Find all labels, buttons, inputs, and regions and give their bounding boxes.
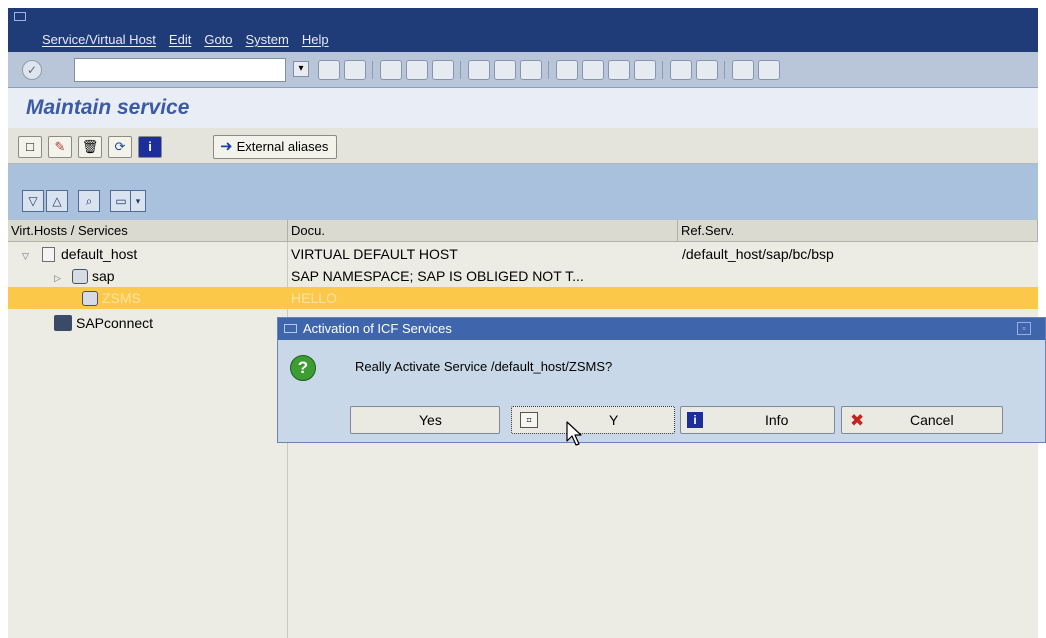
menu-edit[interactable]: Edit [169,32,191,47]
info-label: Info [765,412,789,428]
info-icon: i [687,412,703,428]
question-icon: ? [290,355,316,381]
dialog-title-bar[interactable]: Activation of ICF Services [278,318,1045,340]
cancel-icon[interactable] [432,60,454,80]
toolbar-separator [724,61,725,79]
help-icon[interactable] [732,60,754,80]
menu-bar: Service/Virtual Host Edit Goto System He… [8,8,1038,52]
delete-icon[interactable]: 🗑 [78,136,102,158]
column-header-virt-hosts[interactable]: Virt.Hosts / Services [8,220,288,242]
cancel-x-icon: ✖ [850,411,865,430]
y-button[interactable]: ⌗ Y [511,406,675,434]
yes-label: Yes [419,412,442,428]
expand-node-icon[interactable]: ▷ [54,265,61,289]
docu-cell: SAP NAMESPACE; SAP IS OBLIGED NOT T... [291,268,584,284]
node-label: default_host [61,246,138,262]
column-header-docu[interactable]: Docu. [288,220,678,242]
page-title: Maintain service [26,96,190,119]
collapse-all-icon[interactable]: △ [46,190,68,212]
cancel-label: Cancel [910,412,954,428]
service-icon [72,269,88,284]
next-page-icon[interactable] [608,60,630,80]
table-row[interactable]: ▷ sap SAP NAMESPACE; SAP IS OBLIGED NOT … [8,265,1038,287]
service-icon [82,291,98,306]
change-icon[interactable]: ✎ [48,136,72,158]
menu-service-virtual-host[interactable]: Service/Virtual Host [42,32,156,47]
command-field[interactable] [74,58,286,82]
tree-node-sap: sap [72,265,115,287]
docu-cell: HELLO [291,290,337,306]
back-arrow-icon[interactable] [318,60,340,80]
table-row[interactable]: ▽ default_host VIRTUAL DEFAULT HOST /def… [8,243,1038,265]
info-icon[interactable]: i [138,136,162,158]
refresh-icon[interactable]: ⟳ [108,136,132,158]
menu-goto[interactable]: Goto [204,32,232,47]
yes-button[interactable]: Yes [350,406,500,434]
application-toolbar: □ ✎ 🗑 ⟳ i [8,128,1038,164]
dialog-close-icon[interactable]: ▫ [1017,322,1031,335]
docu-cell: VIRTUAL DEFAULT HOST [291,246,458,262]
hierarchy-icon: ⌗ [520,412,538,428]
first-page-icon[interactable] [556,60,578,80]
previous-page-icon[interactable] [582,60,604,80]
ref-serv-cell: /default_host/sap/bc/bsp [682,246,834,262]
find-icon[interactable] [494,60,516,80]
find-next-icon[interactable] [520,60,542,80]
dialog-message: Really Activate Service /default_host/ZS… [355,359,613,374]
tree-node-sapconnect: SAPconnect [54,312,153,334]
save-icon[interactable] [344,60,366,80]
toolbar-separator [662,61,663,79]
toolbar-separator [460,61,461,79]
tree-toolbar-band [8,164,1038,220]
menu-system[interactable]: System [246,32,289,47]
layout-menu-icon[interactable] [758,60,780,80]
mouse-cursor-icon [566,421,582,446]
menu-items: Service/Virtual Host Edit Goto System He… [42,32,329,47]
toolbar-separator [372,61,373,79]
back-icon[interactable] [380,60,402,80]
column-header-ref-serv[interactable]: Ref.Serv. [678,220,1038,242]
toolbar-separator [548,61,549,79]
exit-icon[interactable] [406,60,428,80]
sap-window-icon[interactable] [14,12,26,21]
command-field-dropdown-icon[interactable]: ▾ [293,61,309,77]
dialog-window-icon [284,324,297,333]
print-icon[interactable]: ▭ [110,190,132,212]
find-icon[interactable]: ⌕ [78,190,100,212]
node-label: sap [92,268,115,284]
node-label: SAPconnect [76,315,154,331]
standard-toolbar: ✓ ▾ [8,52,1038,88]
external-aliases-button[interactable]: ➜ External aliases [213,135,338,159]
info-button[interactable]: i Info [680,406,835,434]
enter-check-icon[interactable]: ✓ [22,60,42,80]
tree-node-default-host: default_host [42,243,137,265]
cancel-button[interactable]: ✖ Cancel [841,406,1003,434]
arrow-right-icon: ➜ [220,138,233,155]
sapconnect-icon [54,315,72,331]
activation-dialog: Activation of ICF Services ▫ ? Really Ac… [277,317,1046,443]
print-dropdown-icon[interactable]: ▾ [130,190,146,212]
collapse-node-icon[interactable]: ▽ [22,243,29,267]
dialog-title: Activation of ICF Services [303,321,452,336]
last-page-icon[interactable] [634,60,656,80]
host-icon [42,247,55,262]
y-label: Y [609,412,619,428]
new-session-icon[interactable] [670,60,692,80]
table-row-selected[interactable]: ZSMS HELLO [8,287,1038,309]
tree-node-zsms: ZSMS [82,287,141,309]
menu-help[interactable]: Help [302,32,329,47]
expand-all-icon[interactable]: ▽ [22,190,44,212]
print-icon[interactable] [468,60,490,80]
node-label: ZSMS [102,290,141,306]
shortcut-icon[interactable] [696,60,718,80]
create-icon[interactable]: □ [18,136,42,158]
external-aliases-label: External aliases [236,139,329,154]
